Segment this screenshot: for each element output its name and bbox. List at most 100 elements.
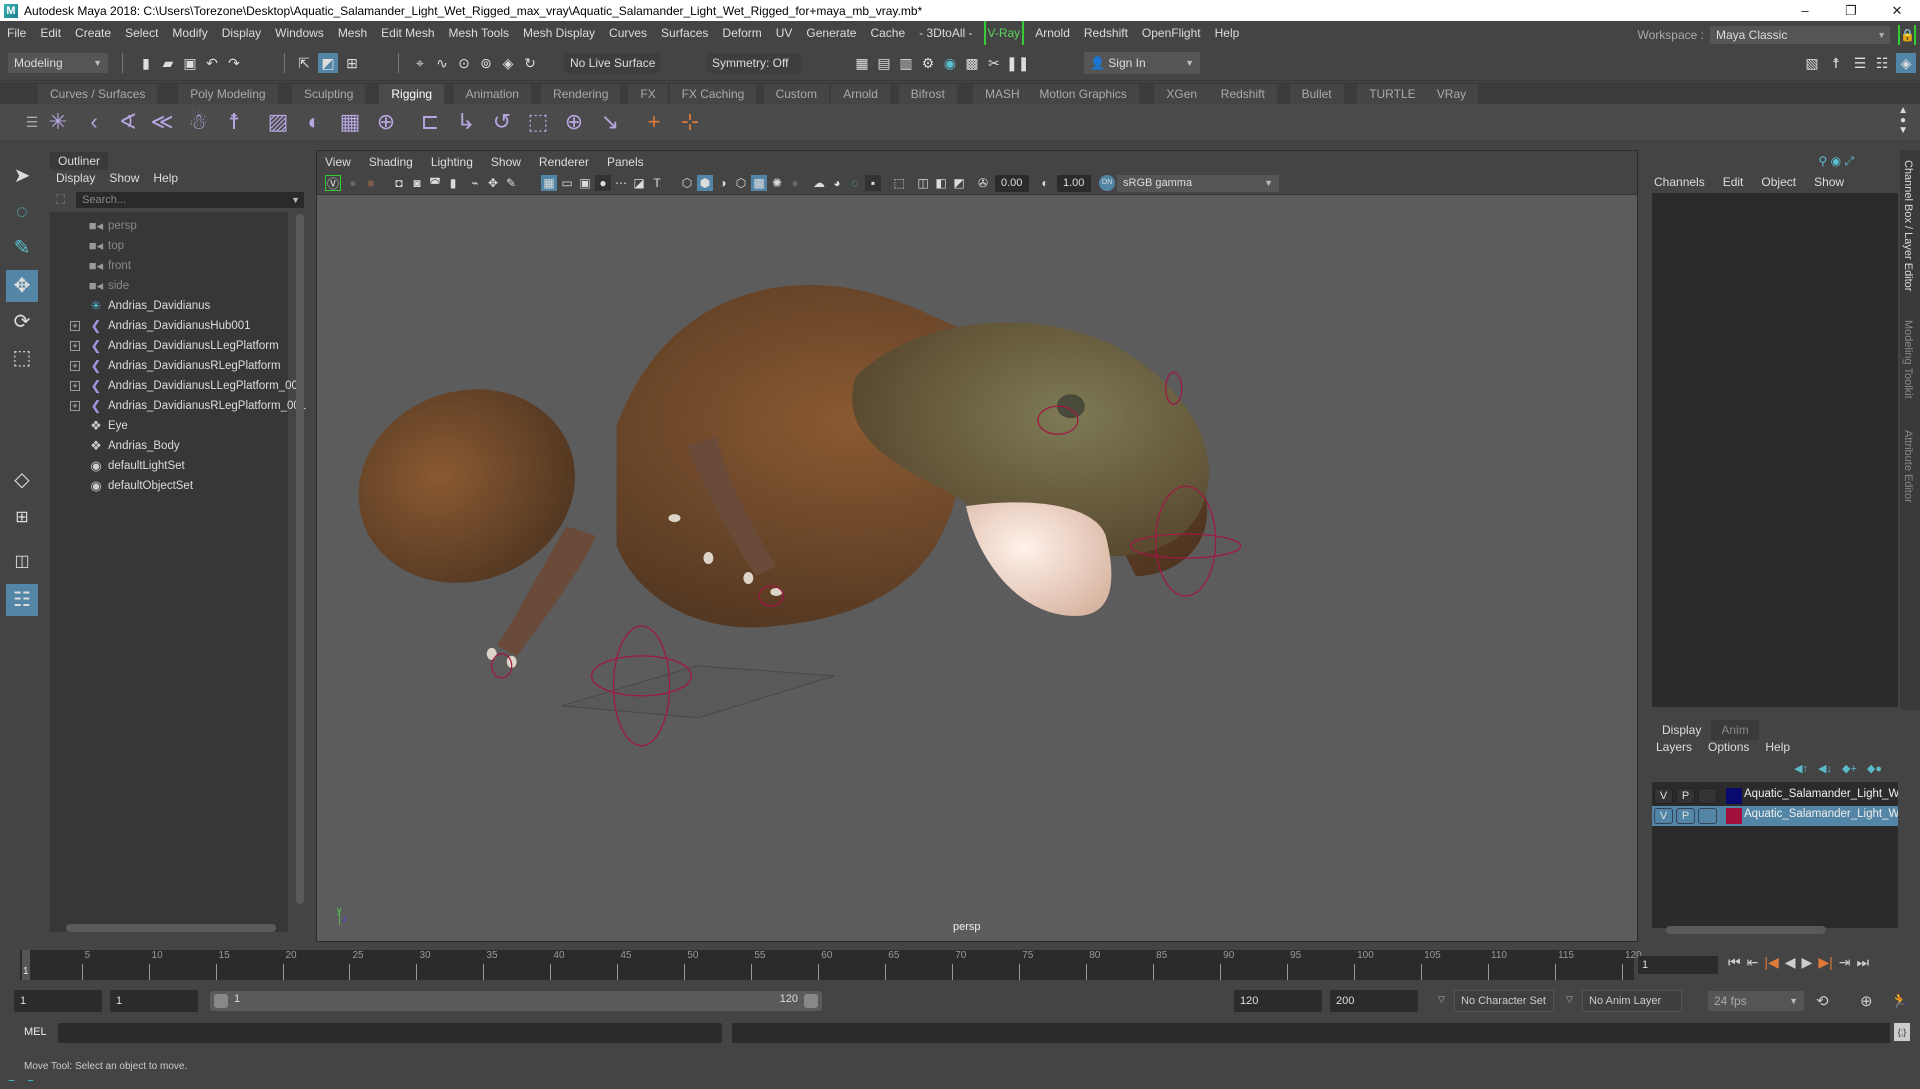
menu-file[interactable]: File: [0, 21, 33, 45]
menu-uv[interactable]: UV: [769, 21, 800, 45]
sign-in-button[interactable]: 👤 Sign In ▼: [1084, 52, 1200, 74]
edit-menu[interactable]: Edit: [1723, 175, 1744, 189]
point-constraint-icon[interactable]: ↳: [452, 108, 480, 136]
outliner-horizontal-scrollbar[interactable]: [66, 924, 276, 932]
exposure-icon[interactable]: ✇: [975, 175, 991, 191]
step-forward-frame-icon[interactable]: ⇥: [1839, 954, 1851, 971]
bookmarks-icon[interactable]: ▮: [445, 175, 461, 191]
chevron-down-icon[interactable]: ▽: [1566, 994, 1573, 1005]
move-layer-up-icon[interactable]: ◀↑: [1794, 762, 1808, 775]
outliner-item[interactable]: ■◂ persp: [50, 216, 288, 236]
two-pane-icon[interactable]: ◫: [6, 546, 38, 578]
outliner-item[interactable]: ✳ Andrias_Davidianus: [50, 296, 288, 316]
lattice-icon[interactable]: ▦: [336, 108, 364, 136]
bind-skin-icon[interactable]: ▨: [264, 108, 292, 136]
menu-windows[interactable]: Windows: [268, 21, 331, 45]
safe-action-icon[interactable]: ◪: [631, 175, 647, 191]
salamander-model[interactable]: [331, 284, 1210, 668]
shelf-tab-poly-modeling[interactable]: Poly Modeling: [178, 84, 278, 104]
film-gate-icon[interactable]: ▭: [559, 175, 575, 191]
add-influence-icon[interactable]: +: [640, 108, 668, 136]
tab-attribute-editor[interactable]: Attribute Editor: [1902, 430, 1914, 503]
close-button[interactable]: ✕: [1874, 0, 1920, 21]
move-layer-down-icon[interactable]: ◀↓: [1818, 762, 1832, 775]
aim-constraint-icon[interactable]: ⊕: [560, 108, 588, 136]
animation-start-field[interactable]: 1: [14, 990, 102, 1012]
lock-icon[interactable]: 🔒: [1898, 25, 1916, 45]
select-object-icon[interactable]: ◩: [318, 53, 338, 73]
scale-tool-icon[interactable]: ⬚: [6, 342, 38, 374]
wireframe-on-shaded-icon[interactable]: ⬡: [733, 175, 749, 191]
human-ik-icon[interactable]: ☨: [1826, 53, 1846, 73]
gate-mask-icon[interactable]: ●: [595, 175, 611, 191]
display-type-toggle[interactable]: [1698, 788, 1717, 804]
scale-constraint-icon[interactable]: ⬚: [524, 108, 552, 136]
textured-icon[interactable]: ▩: [751, 175, 767, 191]
menu-curves[interactable]: Curves: [602, 21, 654, 45]
menu-create[interactable]: Create: [68, 21, 118, 45]
vray-ipr-icon[interactable]: ●: [345, 175, 361, 191]
move-tool-icon[interactable]: ✥: [6, 270, 38, 302]
menu-openflight[interactable]: OpenFlight: [1135, 21, 1208, 45]
menuset-dropdown[interactable]: Modeling ▼: [8, 53, 108, 73]
menu-generate[interactable]: Generate: [799, 21, 863, 45]
cluster-icon[interactable]: ⊕: [372, 108, 400, 136]
outliner-item[interactable]: ◉ defaultLightSet: [50, 456, 288, 476]
color-space-dropdown[interactable]: sRGB gamma ▼: [1117, 175, 1279, 192]
pole-vector-icon[interactable]: ↘: [596, 108, 624, 136]
outliner-layout-icon[interactable]: ☷: [6, 584, 38, 616]
layer-row[interactable]: VP Aquatic_Salamander_Light_Wet_Rigged: [1652, 786, 1898, 806]
shelf-tab-curves-surfaces[interactable]: Curves / Surfaces: [38, 84, 158, 104]
shelf-tab-animation[interactable]: Animation: [453, 84, 531, 104]
channel-box-icon[interactable]: ◈: [1896, 53, 1916, 73]
outliner-menu-show[interactable]: Show: [109, 171, 139, 185]
grid-icon[interactable]: ▦: [541, 175, 557, 191]
expand-icon[interactable]: +: [70, 341, 80, 351]
tab-modeling-toolkit[interactable]: Modeling Toolkit: [1902, 320, 1914, 399]
select-component-icon[interactable]: ⊞: [342, 53, 362, 73]
menu-mesh-display[interactable]: Mesh Display: [516, 21, 602, 45]
expand-icon[interactable]: +: [70, 381, 80, 391]
shelf-tab-sculpting[interactable]: Sculpting: [292, 84, 366, 104]
safe-title-icon[interactable]: T: [649, 175, 665, 191]
animation-end-field[interactable]: 200: [1330, 990, 1418, 1012]
anim-layer-dropdown[interactable]: No Anim Layer: [1582, 990, 1682, 1012]
viewport-menu-shading[interactable]: Shading: [369, 151, 413, 173]
render-settings-icon[interactable]: ⚙: [918, 53, 938, 73]
range-start-handle[interactable]: [214, 994, 228, 1008]
outliner-tab[interactable]: Outliner: [50, 152, 109, 170]
menu-edit[interactable]: Edit: [33, 21, 68, 45]
time-slider[interactable]: 1 5 10 15 20 25 30 35 40 45 50 55 60 65 70 75 80 85 90 95 1…: [20, 950, 1642, 980]
ik-handle-icon[interactable]: ∢: [114, 108, 142, 136]
wireframe-icon[interactable]: ⬡: [679, 175, 695, 191]
menu-modify[interactable]: Modify: [165, 21, 214, 45]
step-back-key-icon[interactable]: |◀: [1764, 954, 1778, 971]
default-material-icon[interactable]: ◑: [715, 175, 731, 191]
tab-anim[interactable]: Anim: [1711, 720, 1759, 740]
isolate-select-icon[interactable]: ⬚: [891, 175, 907, 191]
outliner-item[interactable]: + ❮ Andrias_DavidianusLLegPlatform_001: [50, 376, 304, 396]
shelf-tab-mash[interactable]: MASH: [973, 84, 1032, 104]
viewport-menu-renderer[interactable]: Renderer: [539, 151, 589, 173]
resolution-gate-icon[interactable]: ▣: [577, 175, 593, 191]
channels-menu[interactable]: Channels: [1654, 175, 1705, 189]
vray-toggle-icon[interactable]: Ⓥ: [325, 175, 341, 191]
show-menu[interactable]: Show: [1814, 175, 1844, 189]
current-frame-field[interactable]: 1: [1638, 956, 1718, 974]
loop-icon[interactable]: ⟲: [1816, 992, 1829, 1010]
light-editor-icon[interactable]: ✂: [984, 53, 1004, 73]
shelf-tab-fx[interactable]: FX: [628, 84, 668, 104]
image-plane-icon[interactable]: ⌁: [467, 175, 483, 191]
menu-redshift[interactable]: Redshift: [1077, 21, 1135, 45]
xray-joints-icon[interactable]: ◧: [933, 175, 949, 191]
outliner-item[interactable]: ◉ defaultObjectSet: [50, 476, 288, 496]
render-view-icon[interactable]: ▤: [874, 53, 894, 73]
lasso-tool-icon[interactable]: ◌: [6, 196, 38, 228]
menu-display[interactable]: Display: [215, 21, 268, 45]
select-camera-icon[interactable]: ◘: [391, 175, 407, 191]
object-menu[interactable]: Object: [1761, 175, 1796, 189]
viewport-menu-lighting[interactable]: Lighting: [431, 151, 473, 173]
camera-attributes-icon[interactable]: ◚: [427, 175, 443, 191]
shelf-tab-arnold[interactable]: Arnold: [831, 84, 890, 104]
play-backwards-icon[interactable]: ◀: [1785, 954, 1796, 971]
